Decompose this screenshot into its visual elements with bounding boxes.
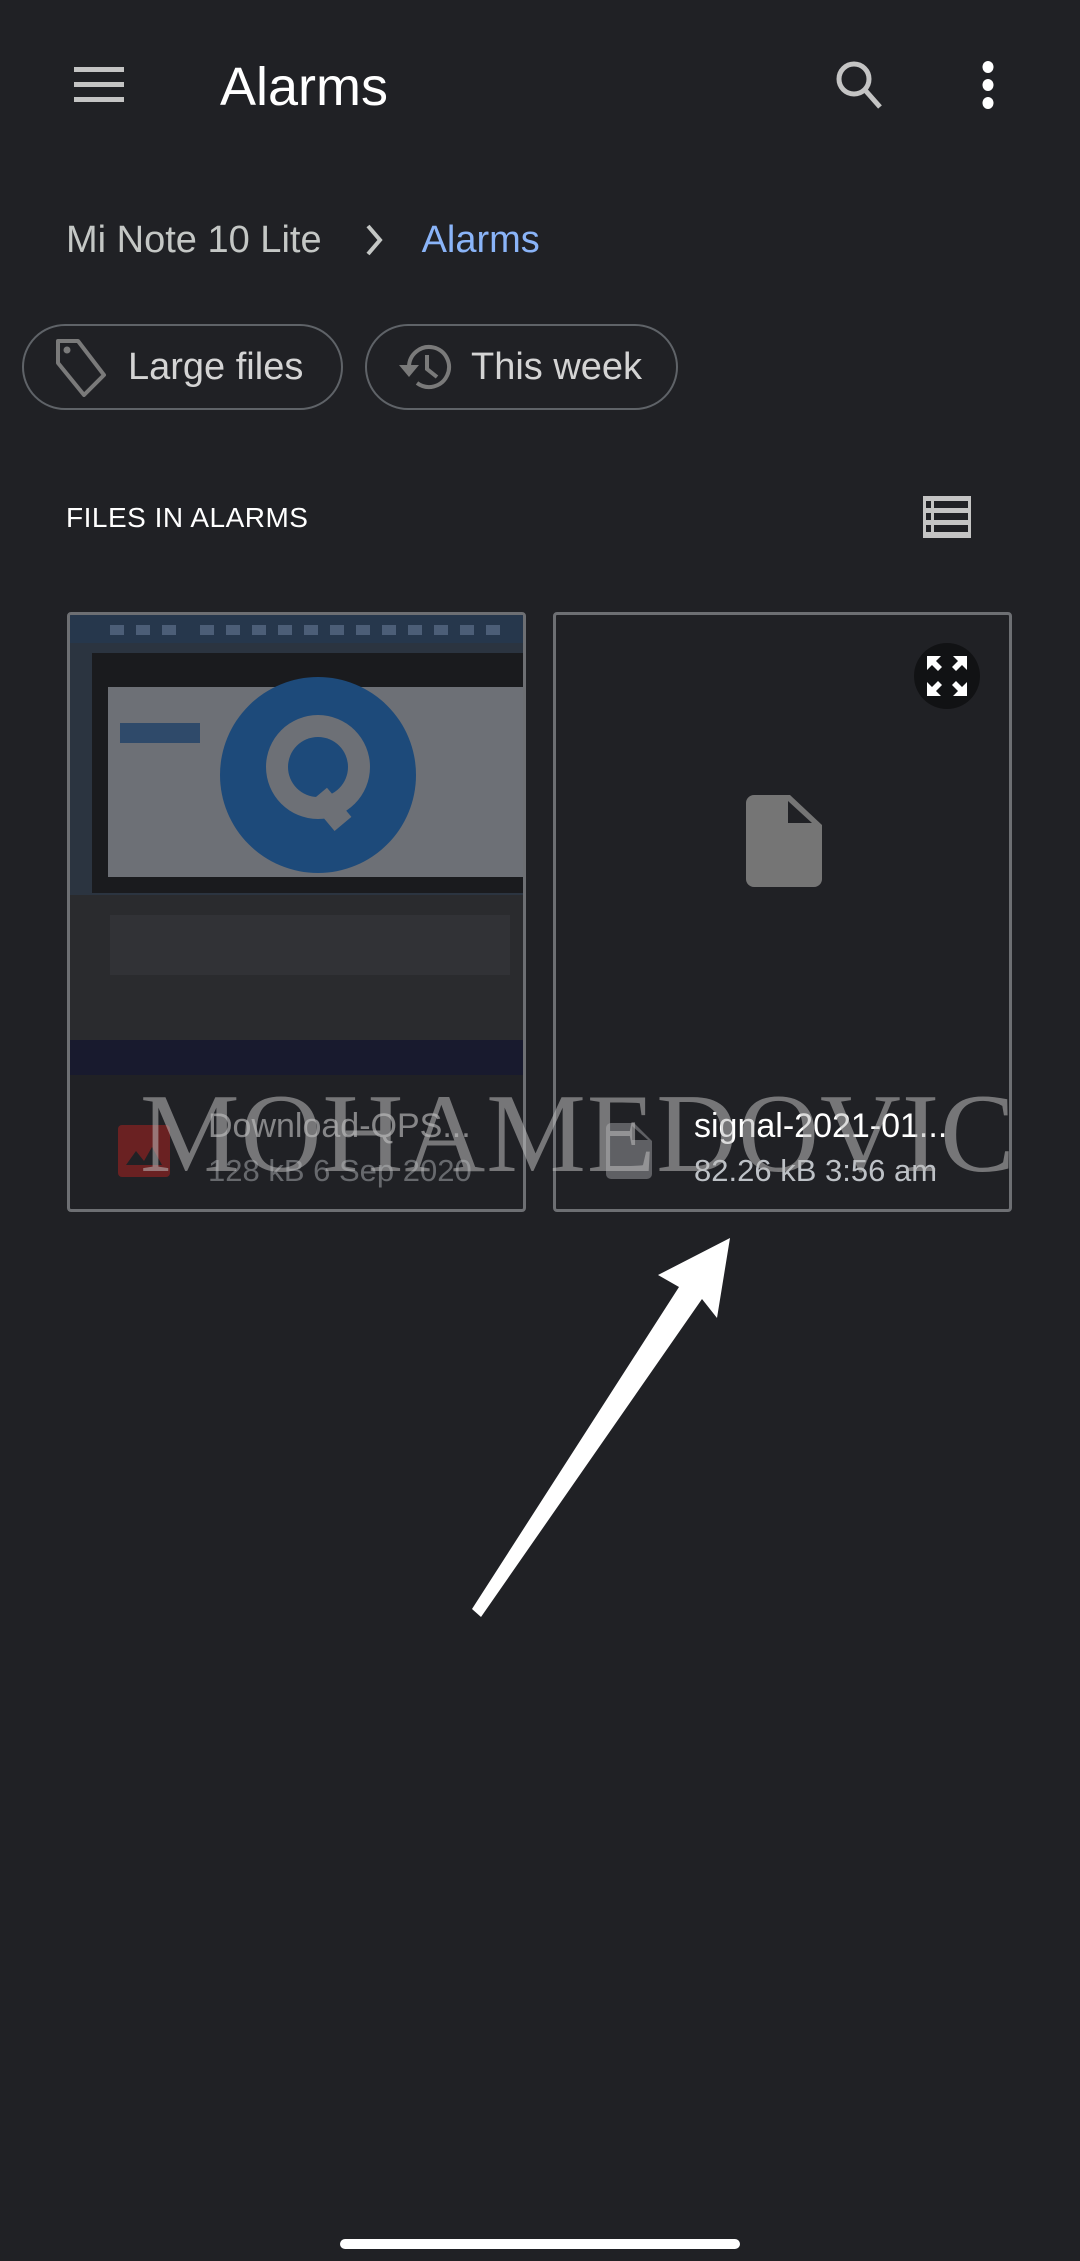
breadcrumb-root[interactable]: Mi Note 10 Lite xyxy=(66,219,322,262)
more-vert-icon xyxy=(982,61,994,109)
section-title: FILES IN ALARMS xyxy=(66,502,309,533)
file-size: 128 kB xyxy=(208,1153,305,1188)
chip-label: Large files xyxy=(128,345,304,388)
history-icon xyxy=(393,339,457,395)
chevron-right-icon xyxy=(364,222,384,258)
hamburger-menu-icon xyxy=(74,67,124,102)
chip-large-files[interactable]: Large files xyxy=(22,324,343,410)
gesture-nav-handle[interactable] xyxy=(340,2239,740,2249)
file-card[interactable]: signal-2021-01... 82.26 kB 3:56 am xyxy=(553,612,1012,1212)
file-date: 6 Sep 2020 xyxy=(313,1153,472,1188)
file-icon xyxy=(746,795,822,887)
file-meta: 128 kB 6 Sep 2020 xyxy=(208,1153,472,1189)
breadcrumb-current[interactable]: Alarms xyxy=(422,219,540,262)
file-name: signal-2021-01... xyxy=(694,1107,948,1145)
search-icon xyxy=(836,61,882,109)
search-button[interactable] xyxy=(820,45,900,125)
tag-icon xyxy=(50,337,114,397)
file-size: 82.26 kB xyxy=(694,1153,817,1188)
file-thumbnail xyxy=(70,615,523,1075)
file-info: signal-2021-01... 82.26 kB 3:56 am xyxy=(556,1085,1009,1205)
list-view-icon xyxy=(923,496,971,538)
more-options-button[interactable] xyxy=(948,45,1028,125)
file-date: 3:56 am xyxy=(825,1153,938,1188)
file-info: Download-QPS... 128 kB 6 Sep 2020 xyxy=(70,1085,523,1205)
app-bar: Alarms xyxy=(0,0,1080,170)
menu-button[interactable] xyxy=(60,50,140,120)
file-card[interactable]: Download-QPS... 128 kB 6 Sep 2020 xyxy=(67,612,526,1212)
file-type-icon xyxy=(606,1123,658,1179)
file-meta: 82.26 kB 3:56 am xyxy=(694,1153,937,1189)
expand-button[interactable] xyxy=(914,643,980,709)
image-icon xyxy=(118,1125,170,1177)
breadcrumb: Mi Note 10 Lite Alarms xyxy=(66,210,540,270)
chip-this-week[interactable]: This week xyxy=(365,324,678,410)
view-toggle-button[interactable] xyxy=(910,484,984,550)
fullscreen-icon xyxy=(927,656,967,696)
chip-label: This week xyxy=(471,345,643,388)
arrow-shape xyxy=(472,1238,730,1617)
file-name: Download-QPS... xyxy=(208,1107,471,1145)
page-title: Alarms xyxy=(220,57,389,117)
